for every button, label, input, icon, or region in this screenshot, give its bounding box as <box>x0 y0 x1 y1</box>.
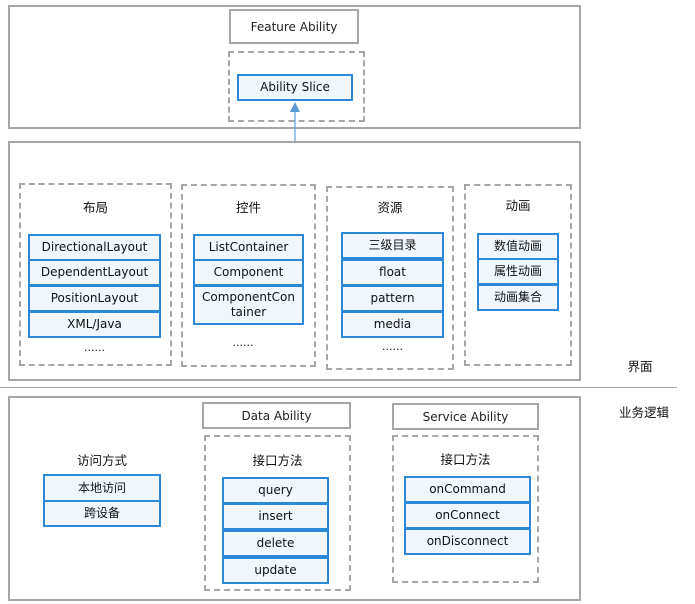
component-item: Component <box>193 259 304 286</box>
animation-title: 动画 <box>505 198 531 213</box>
service-method: onConnect <box>404 502 531 529</box>
data-method: insert <box>222 503 329 530</box>
layout-item: PositionLayout <box>28 285 161 312</box>
data-method: delete <box>222 530 329 557</box>
access-item: 本地访问 <box>43 474 161 502</box>
logic-layer-label: 业务逻辑 <box>618 405 669 420</box>
resource-item: float <box>341 259 444 286</box>
layout-title: 布局 <box>82 200 108 215</box>
animation-item: 动画集合 <box>477 284 559 311</box>
data-ability-box: Data Ability <box>202 402 351 429</box>
animation-item: 属性动画 <box>477 258 559 285</box>
service-ability-box: Service Ability <box>392 403 539 430</box>
animation-item: 数值动画 <box>477 233 559 260</box>
layout-item: XML/Java <box>28 311 161 338</box>
component-title: 控件 <box>235 200 261 215</box>
data-method: query <box>222 477 329 504</box>
layout-more: ...... <box>84 341 105 354</box>
layer-divider <box>0 387 677 388</box>
resource-more: ...... <box>382 340 403 353</box>
feature-ability-box: Feature Ability <box>229 9 359 44</box>
resource-item: media <box>341 311 444 338</box>
access-item: 跨设备 <box>43 500 161 527</box>
layout-item: DirectionalLayout <box>28 234 161 261</box>
component-more: ...... <box>232 336 254 349</box>
component-item: ComponentContainer <box>193 285 304 325</box>
layout-item: DependentLayout <box>28 259 161 286</box>
service-method: onCommand <box>404 476 531 503</box>
ability-slice-box: Ability Slice <box>237 74 353 101</box>
resource-item: 三级目录 <box>341 232 444 259</box>
component-item: ListContainer <box>193 234 304 261</box>
ui-layer-label: 界面 <box>627 359 653 374</box>
service-ability-subtitle: 接口方法 <box>440 452 491 467</box>
resource-title: 资源 <box>377 200 403 215</box>
resource-item: pattern <box>341 285 444 312</box>
arrow-up-icon <box>290 102 300 142</box>
data-method: update <box>222 557 329 584</box>
service-method: onDisconnect <box>404 528 531 555</box>
data-ability-subtitle: 接口方法 <box>252 453 303 468</box>
access-title: 访问方式 <box>76 453 127 468</box>
architecture-diagram: Feature Ability Ability Slice 布局 Directi… <box>0 0 695 604</box>
